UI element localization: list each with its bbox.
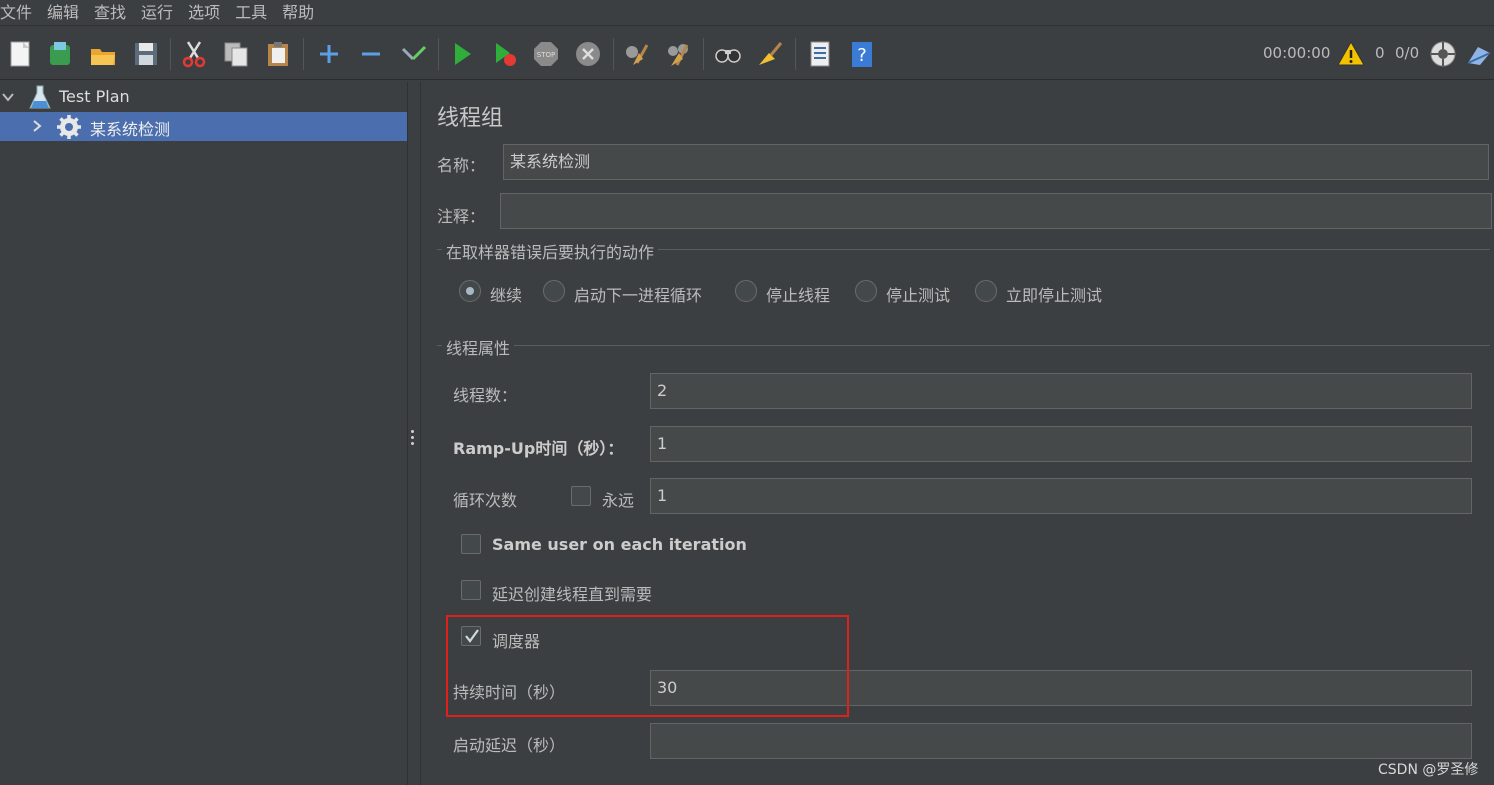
reset-search-icon[interactable] [754, 37, 786, 71]
menu-search[interactable]: 查找 [90, 1, 137, 25]
chevron-down-icon[interactable] [1, 90, 15, 104]
error-section-title: 在取样器错误后要执行的动作 [442, 239, 659, 263]
radio-start-next-loop-label[interactable]: 启动下一进程循环 [574, 282, 702, 306]
rampup-label: Ramp-Up时间（秒）： [453, 439, 624, 458]
radio-stop-test-label[interactable]: 停止测试 [886, 282, 950, 306]
threads-label: 线程数： [453, 386, 518, 405]
menu-edit[interactable]: 编辑 [43, 1, 90, 25]
svg-text:STOP: STOP [537, 51, 555, 59]
page-title: 线程组 [437, 106, 504, 131]
flask-icon [29, 85, 51, 109]
thread-section-divider [437, 345, 1490, 346]
elapsed-timer: 00:00:00 [1263, 44, 1331, 62]
gear-icon [57, 115, 81, 139]
function-helper-icon[interactable] [804, 37, 836, 71]
delay-create-checkbox[interactable] [461, 580, 481, 600]
startup-delay-label: 启动延迟（秒） [453, 736, 566, 755]
menu-options[interactable]: 选项 [184, 1, 231, 25]
highlight-annotation [446, 615, 849, 717]
menu-run[interactable]: 运行 [137, 1, 184, 25]
tree-node-test-plan[interactable]: Test Plan [0, 83, 407, 112]
loop-count-field[interactable]: 1 [650, 478, 1472, 514]
forever-checkbox[interactable] [571, 486, 591, 506]
radio-stop-thread-label[interactable]: 停止线程 [766, 282, 830, 306]
same-user-checkbox[interactable] [461, 534, 481, 554]
toolbar: STOP ? 00:00:00 0 0/0 [0, 28, 1494, 80]
comment-field[interactable] [500, 193, 1492, 229]
splitter-grip-icon[interactable] [411, 430, 415, 448]
help-icon[interactable]: ? [846, 37, 878, 71]
remote-icon[interactable] [1427, 37, 1459, 71]
forever-label[interactable]: 永远 [602, 487, 634, 511]
active-threads: 0/0 [1395, 44, 1420, 62]
collapse-icon[interactable] [355, 37, 387, 71]
menu-bar: 文件 编辑 查找 运行 选项 工具 帮助 [0, 0, 1494, 26]
stop-icon[interactable]: STOP [530, 37, 562, 71]
watermark: CSDN @罗圣修 [1378, 762, 1479, 778]
menu-tools[interactable]: 工具 [231, 1, 278, 25]
shutdown-icon[interactable] [572, 37, 604, 71]
open-icon[interactable] [87, 37, 119, 71]
comment-label: 注释： [437, 207, 486, 226]
search-icon[interactable] [712, 37, 744, 71]
log-icon[interactable] [1464, 37, 1494, 71]
radio-continue[interactable] [459, 280, 481, 302]
tree-label-test-plan: Test Plan [59, 87, 130, 106]
templates-icon[interactable] [44, 37, 76, 71]
start-no-pause-icon[interactable] [488, 37, 520, 71]
clear-icon[interactable] [620, 37, 652, 71]
warning-icon[interactable] [1335, 37, 1367, 71]
expand-icon[interactable] [313, 37, 345, 71]
cut-icon[interactable] [178, 37, 210, 71]
radio-stop-test-now[interactable] [975, 280, 997, 302]
clear-all-icon[interactable] [662, 37, 694, 71]
name-label: 名称： [437, 156, 486, 175]
test-plan-tree [0, 82, 407, 785]
toggle-icon[interactable] [397, 37, 429, 71]
loop-label: 循环次数 [453, 491, 518, 510]
svg-text:?: ? [857, 45, 867, 66]
menu-file[interactable]: 文件 [0, 1, 43, 25]
radio-continue-label[interactable]: 继续 [490, 282, 522, 306]
new-icon[interactable] [4, 37, 36, 71]
tree-node-thread-group[interactable]: 某系统检测 [0, 112, 407, 141]
thread-section-title: 线程属性 [442, 335, 515, 359]
paste-icon[interactable] [262, 37, 294, 71]
warning-count: 0 [1375, 44, 1385, 62]
name-field[interactable]: 某系统检测 [503, 144, 1489, 180]
startup-delay-field[interactable] [650, 723, 1472, 759]
chevron-right-icon[interactable] [30, 119, 44, 133]
threads-field[interactable]: 2 [650, 373, 1472, 409]
save-icon[interactable] [130, 37, 162, 71]
start-icon[interactable] [446, 37, 478, 71]
radio-stop-thread[interactable] [735, 280, 757, 302]
same-user-label[interactable]: Same user on each iteration [492, 535, 747, 554]
copy-icon[interactable] [220, 37, 252, 71]
radio-stop-test[interactable] [855, 280, 877, 302]
radio-stop-test-now-label[interactable]: 立即停止测试 [1006, 282, 1102, 306]
radio-start-next-loop[interactable] [543, 280, 565, 302]
rampup-field[interactable]: 1 [650, 426, 1472, 462]
menu-help[interactable]: 帮助 [278, 1, 325, 25]
tree-label-thread-group: 某系统检测 [90, 120, 171, 139]
delay-create-label[interactable]: 延迟创建线程直到需要 [492, 581, 652, 605]
